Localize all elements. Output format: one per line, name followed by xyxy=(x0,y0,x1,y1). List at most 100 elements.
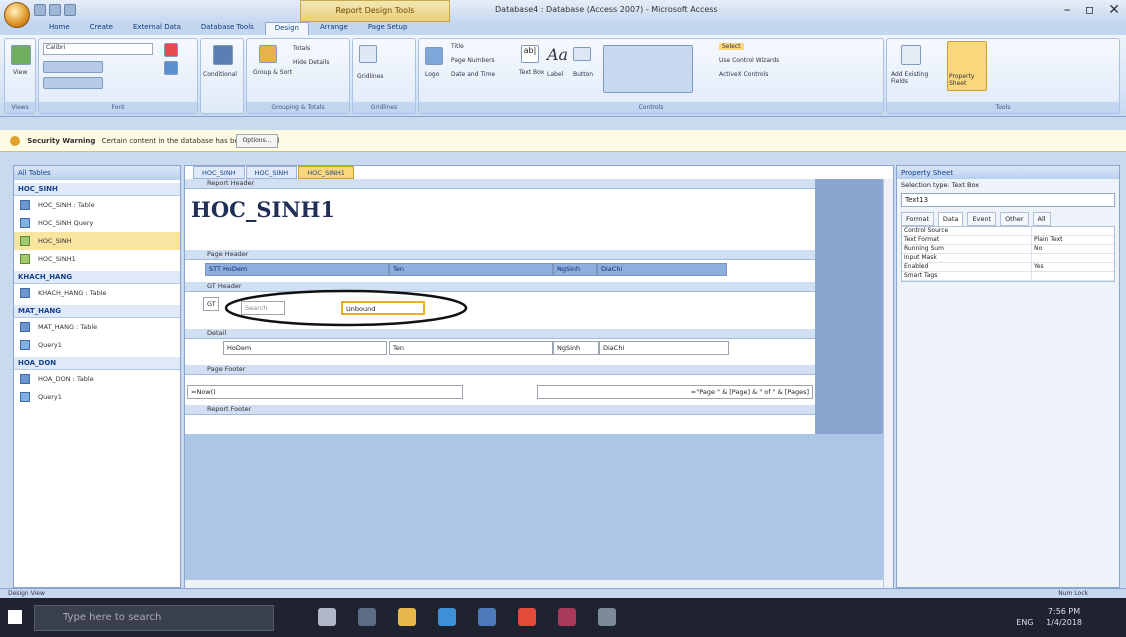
prop-tab-data[interactable]: Data xyxy=(937,212,964,226)
align-icon[interactable] xyxy=(43,77,103,89)
prop-tab-other[interactable]: Other xyxy=(1000,212,1029,226)
office-button[interactable] xyxy=(4,2,30,28)
title-button[interactable]: Title xyxy=(451,43,464,50)
undo-icon[interactable] xyxy=(49,4,61,16)
mic-icon[interactable] xyxy=(318,608,336,626)
hide-details-button[interactable]: Hide Details xyxy=(293,59,329,66)
paint-icon[interactable] xyxy=(598,608,616,626)
view-icon[interactable] xyxy=(11,45,31,65)
file-explorer-icon[interactable] xyxy=(398,608,416,626)
group-sort-icon[interactable] xyxy=(259,45,277,63)
ph-ngsinh-label[interactable]: NgSinh xyxy=(553,263,597,276)
detail-hodem-field[interactable]: HoDem xyxy=(223,341,387,355)
ph-ten-label[interactable]: Ten xyxy=(389,263,553,276)
ph-hodem-label[interactable]: STT HoDem xyxy=(205,263,389,276)
vertical-scrollbar[interactable] xyxy=(883,179,893,589)
tab-page-setup[interactable]: Page Setup xyxy=(359,22,417,35)
nav-group-hoa-don[interactable]: HOA_DON xyxy=(14,357,180,370)
ph-diachi-label[interactable]: DiaChi xyxy=(597,263,727,276)
font-name-select[interactable]: Calibri xyxy=(43,43,153,55)
button-control-icon[interactable] xyxy=(573,47,591,61)
page-footer-band[interactable]: Page Footer xyxy=(185,365,815,375)
page-number-textbox[interactable]: ="Page " & [Page] & " of " & [Pages] xyxy=(537,385,813,399)
clock-time[interactable]: 7:56 PM xyxy=(1048,607,1080,616)
property-row[interactable]: Input Mask xyxy=(902,254,1114,263)
detail-ngsinh-field[interactable]: NgSinh xyxy=(553,341,599,355)
control-gallery-icon[interactable] xyxy=(603,45,693,93)
date-time-button[interactable]: Date and Time xyxy=(451,71,495,78)
minimize-button[interactable]: – xyxy=(1064,2,1071,18)
conditional-icon[interactable] xyxy=(213,45,233,65)
nav-item[interactable]: KHACH_HANG : Table xyxy=(14,284,180,302)
close-button[interactable]: ✕ xyxy=(1108,2,1120,18)
doc-tab[interactable]: HOC_SINH xyxy=(193,166,245,179)
detail-band[interactable]: Detail xyxy=(185,329,815,339)
tab-design[interactable]: Design xyxy=(264,22,309,35)
prop-tab-format[interactable]: Format xyxy=(901,212,934,226)
bold-italic-underline-icon[interactable] xyxy=(43,61,103,73)
property-row[interactable]: Running Sum No xyxy=(902,245,1114,254)
property-row[interactable]: Smart Tags xyxy=(902,272,1114,281)
nav-item[interactable]: HOA_DON : Table xyxy=(14,370,180,388)
nav-item[interactable]: HOC_SINH : Table xyxy=(14,196,180,214)
chrome-icon[interactable] xyxy=(518,608,536,626)
nav-group-khach-hang[interactable]: KHACH_HANG xyxy=(14,271,180,284)
clock-date[interactable]: 1/4/2018 xyxy=(1046,618,1082,627)
label-control-icon[interactable]: Aa xyxy=(547,45,568,64)
add-fields-icon[interactable] xyxy=(901,45,921,65)
access-icon[interactable] xyxy=(558,608,576,626)
select-button[interactable]: Select xyxy=(719,43,744,50)
font-color-icon[interactable] xyxy=(164,43,178,57)
control-selector[interactable]: Text13 xyxy=(901,193,1115,207)
language-indicator[interactable]: ENG xyxy=(1016,618,1033,627)
nav-item[interactable]: MAT_HANG : Table xyxy=(14,318,180,336)
tab-database-tools[interactable]: Database Tools xyxy=(192,22,263,35)
windows-start-icon[interactable] xyxy=(8,610,22,624)
text-box-icon[interactable]: ab| xyxy=(521,45,539,63)
controls-group-label: Controls xyxy=(419,102,883,113)
tab-create[interactable]: Create xyxy=(81,22,122,35)
nav-item[interactable]: HOC_SINH Query xyxy=(14,214,180,232)
page-header-band[interactable]: Page Header xyxy=(185,250,815,260)
nav-item[interactable]: HOC_SINH1 xyxy=(14,250,180,268)
design-canvas: Report Header HOC_SINH1 Page Header STT … xyxy=(185,179,885,589)
totals-button[interactable]: Totals xyxy=(293,45,310,52)
tab-external-data[interactable]: External Data xyxy=(124,22,190,35)
use-control-wizards-button[interactable]: Use Control Wizards xyxy=(719,57,779,64)
nav-item[interactable]: Query1 xyxy=(14,336,180,354)
tab-home[interactable]: Home xyxy=(40,22,79,35)
report-header-band[interactable]: Report Header xyxy=(185,179,815,189)
nav-group-mat-hang[interactable]: MAT_HANG xyxy=(14,305,180,318)
detail-diachi-field[interactable]: DiaChi xyxy=(599,341,729,355)
activex-controls-button[interactable]: ActiveX Controls xyxy=(719,71,768,78)
detail-ten-field[interactable]: Ten xyxy=(389,341,553,355)
page-numbers-button[interactable]: Page Numbers xyxy=(451,57,495,64)
property-row[interactable]: Text Format Plain Text xyxy=(902,236,1114,245)
maximize-button[interactable]: ▫ xyxy=(1085,2,1095,18)
gt-label[interactable]: GT xyxy=(203,297,219,311)
redo-icon[interactable] xyxy=(64,4,76,16)
property-row[interactable]: Control Source xyxy=(902,227,1114,236)
save-icon[interactable] xyxy=(34,4,46,16)
nav-item[interactable]: Query1 xyxy=(14,388,180,406)
tab-arrange[interactable]: Arrange xyxy=(311,22,357,35)
options-button[interactable]: Options... xyxy=(236,134,278,148)
gridlines-icon[interactable] xyxy=(359,45,377,63)
fill-color-icon[interactable] xyxy=(164,61,178,75)
now-textbox[interactable]: =Now() xyxy=(187,385,463,399)
doc-tab[interactable]: HOC_SINH xyxy=(245,166,298,179)
prop-tab-event[interactable]: Event xyxy=(967,212,997,226)
nav-header[interactable]: All Tables xyxy=(14,166,180,180)
report-title[interactable]: HOC_SINH1 xyxy=(191,197,335,222)
app-icon[interactable] xyxy=(478,608,496,626)
task-view-icon[interactable] xyxy=(358,608,376,626)
prop-tab-all[interactable]: All xyxy=(1032,212,1051,226)
taskbar-search[interactable]: Type here to search xyxy=(34,605,274,631)
property-row[interactable]: Enabled Yes xyxy=(902,263,1114,272)
report-footer-band[interactable]: Report Footer xyxy=(185,405,815,415)
logo-icon[interactable] xyxy=(425,47,443,65)
edge-icon[interactable] xyxy=(438,608,456,626)
nav-item[interactable]: HOC_SINH xyxy=(14,232,180,250)
nav-group-hoc-sinh[interactable]: HOC_SINH xyxy=(14,183,180,196)
doc-tab-active[interactable]: HOC_SINH1 xyxy=(298,166,354,179)
